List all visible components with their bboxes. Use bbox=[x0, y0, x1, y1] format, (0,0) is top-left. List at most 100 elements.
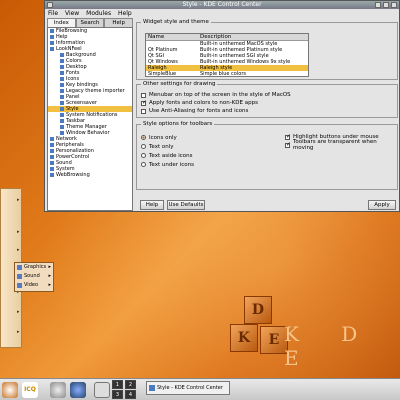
tree-item-label: WebBrowsing bbox=[56, 172, 90, 178]
style-list-header: Name Description bbox=[146, 34, 308, 41]
radio-label: Text under icons bbox=[149, 161, 194, 168]
tab-index[interactable]: Index bbox=[47, 18, 76, 27]
checkbox-label: Use Anti-Aliasing for fonts and icons bbox=[149, 108, 249, 114]
icq-icon[interactable]: ICQ bbox=[22, 382, 38, 398]
menu-help[interactable]: Help bbox=[118, 10, 132, 17]
logo-cube-d: D bbox=[244, 296, 272, 324]
drawing-option[interactable]: Use Anti-Aliasing for fonts and icons bbox=[141, 107, 397, 115]
module-icon bbox=[50, 172, 54, 177]
pager-desktop-4[interactable]: 4 bbox=[125, 390, 136, 399]
drawing-options: Menubar on top of the screen in the styl… bbox=[141, 91, 397, 115]
checkbox-label: Toolbars are transparent when moving bbox=[292, 139, 377, 151]
drawing-option[interactable]: Menubar on top of the screen in the styl… bbox=[141, 91, 397, 99]
maximize-icon[interactable] bbox=[383, 2, 389, 8]
style-description: Simple blue colors bbox=[200, 71, 246, 77]
pager-desktop-1[interactable]: 1 bbox=[112, 380, 123, 389]
checkbox[interactable] bbox=[141, 92, 146, 98]
pager-desktop-2[interactable]: 2 bbox=[125, 380, 136, 389]
toolbar-radio[interactable]: Icons only bbox=[141, 133, 194, 142]
module-icon bbox=[60, 118, 64, 123]
widget-style-group: Widget style and theme Name Description … bbox=[136, 19, 398, 80]
module-icon bbox=[50, 142, 54, 147]
pager-desktop-3[interactable]: 3 bbox=[112, 390, 123, 399]
window-titlebar[interactable]: Style - KDE Control Center bbox=[45, 1, 399, 9]
kde-wordmark: K D E bbox=[284, 322, 376, 370]
module-icon bbox=[60, 112, 64, 117]
navigation-pane: Index Search Help FileBrowsing Help Inform… bbox=[47, 18, 134, 211]
settings-icon[interactable] bbox=[50, 382, 66, 398]
nav-tabs: Index Search Help bbox=[47, 18, 134, 27]
module-tree: FileBrowsing Help Information LookNFeel Back… bbox=[47, 27, 133, 211]
multimedia-submenu: Graphics ▸ Sound ▸ Video ▸ bbox=[14, 262, 54, 292]
radio-button[interactable] bbox=[141, 135, 146, 140]
chevron-right-icon: ▸ bbox=[48, 273, 51, 279]
kde-menu-icon[interactable] bbox=[2, 382, 18, 398]
sound-icon bbox=[17, 274, 22, 279]
column-description[interactable]: Description bbox=[198, 34, 308, 40]
module-icon bbox=[60, 106, 64, 111]
taskbar: ICQ 1 2 3 4 Style - KDE Control Center bbox=[0, 378, 400, 400]
module-icon bbox=[60, 124, 64, 129]
module-icon bbox=[50, 34, 54, 39]
checkbox[interactable] bbox=[285, 133, 291, 140]
radio-label: Icons only bbox=[149, 134, 177, 141]
style-list: Name Description Built-in unthemed MacOS… bbox=[145, 33, 309, 77]
radio-label: Text only bbox=[149, 143, 174, 150]
browser-icon[interactable] bbox=[70, 382, 86, 398]
desktop-icon[interactable] bbox=[94, 382, 110, 398]
toolbar-text-radios: Icons only Text only Text aside icons Text … bbox=[141, 133, 194, 169]
style-name: SimpleBlue bbox=[148, 71, 177, 77]
module-icon bbox=[50, 148, 54, 153]
toolbar-radio[interactable]: Text aside icons bbox=[141, 151, 194, 160]
menu-file[interactable]: File bbox=[48, 10, 58, 17]
submenu-item-sound[interactable]: Sound ▸ bbox=[15, 272, 53, 281]
drawing-settings-group: Other settings for drawing Menubar on to… bbox=[136, 81, 398, 118]
toolbar-radio[interactable]: Text under icons bbox=[141, 160, 194, 169]
radio-button[interactable] bbox=[141, 162, 146, 167]
drawing-option[interactable]: Apply fonts and colors to non-KDE apps bbox=[141, 99, 397, 107]
tab-help[interactable]: Help bbox=[104, 18, 134, 27]
module-icon bbox=[50, 40, 54, 45]
tree-item[interactable]: WebBrowsing bbox=[48, 172, 132, 178]
module-icon bbox=[60, 52, 64, 57]
apply-button[interactable]: Apply bbox=[368, 200, 396, 210]
tab-search[interactable]: Search bbox=[75, 18, 105, 27]
module-icon bbox=[60, 82, 64, 87]
chevron-right-icon: ▸ bbox=[17, 247, 20, 253]
column-name[interactable]: Name bbox=[146, 34, 198, 40]
toolbar-option[interactable]: Toolbars are transparent when moving bbox=[285, 139, 397, 151]
submenu-item-graphics[interactable]: Graphics ▸ bbox=[15, 263, 53, 272]
module-icon bbox=[60, 100, 64, 105]
logo-cube-k: K bbox=[230, 324, 258, 352]
close-icon[interactable] bbox=[391, 2, 397, 8]
help-button[interactable]: Help bbox=[140, 200, 164, 210]
radio-label: Text aside icons bbox=[149, 152, 193, 159]
toolbar-style-group: Style options for toolbars Icons only Tex… bbox=[136, 121, 398, 190]
style-row[interactable]: SimpleBlue Simple blue colors bbox=[146, 71, 308, 77]
kde-control-center-window: Style - KDE Control Center File View Mod… bbox=[44, 0, 400, 212]
module-icon bbox=[60, 64, 64, 69]
module-icon bbox=[60, 130, 64, 135]
module-icon bbox=[50, 46, 54, 51]
checkbox[interactable] bbox=[141, 108, 146, 114]
checkbox[interactable] bbox=[285, 141, 291, 148]
toolbar-checks: Highlight buttons under mouseToolbars ar… bbox=[285, 133, 397, 151]
module-icon bbox=[50, 154, 54, 159]
checkbox[interactable] bbox=[141, 99, 147, 106]
minimize-icon[interactable] bbox=[375, 2, 381, 8]
module-icon bbox=[50, 28, 54, 33]
module-icon bbox=[60, 76, 64, 81]
menu-view[interactable]: View bbox=[65, 10, 79, 17]
radio-button[interactable] bbox=[141, 153, 146, 158]
toolbar-radio[interactable]: Text only bbox=[141, 142, 194, 151]
widget-style-title: Widget style and theme bbox=[141, 19, 211, 25]
window-title: Style - KDE Control Center bbox=[182, 1, 262, 8]
drawing-settings-title: Other settings for drawing bbox=[141, 81, 218, 87]
chevron-right-icon: ▸ bbox=[48, 264, 51, 270]
window-menu-icon[interactable] bbox=[47, 2, 53, 8]
taskbar-item-control-center[interactable]: Style - KDE Control Center bbox=[146, 381, 230, 395]
menu-modules[interactable]: Modules bbox=[86, 10, 111, 17]
radio-button[interactable] bbox=[141, 144, 146, 149]
submenu-item-video[interactable]: Video ▸ bbox=[15, 281, 53, 290]
use-defaults-button[interactable]: Use Defaults bbox=[167, 200, 205, 210]
